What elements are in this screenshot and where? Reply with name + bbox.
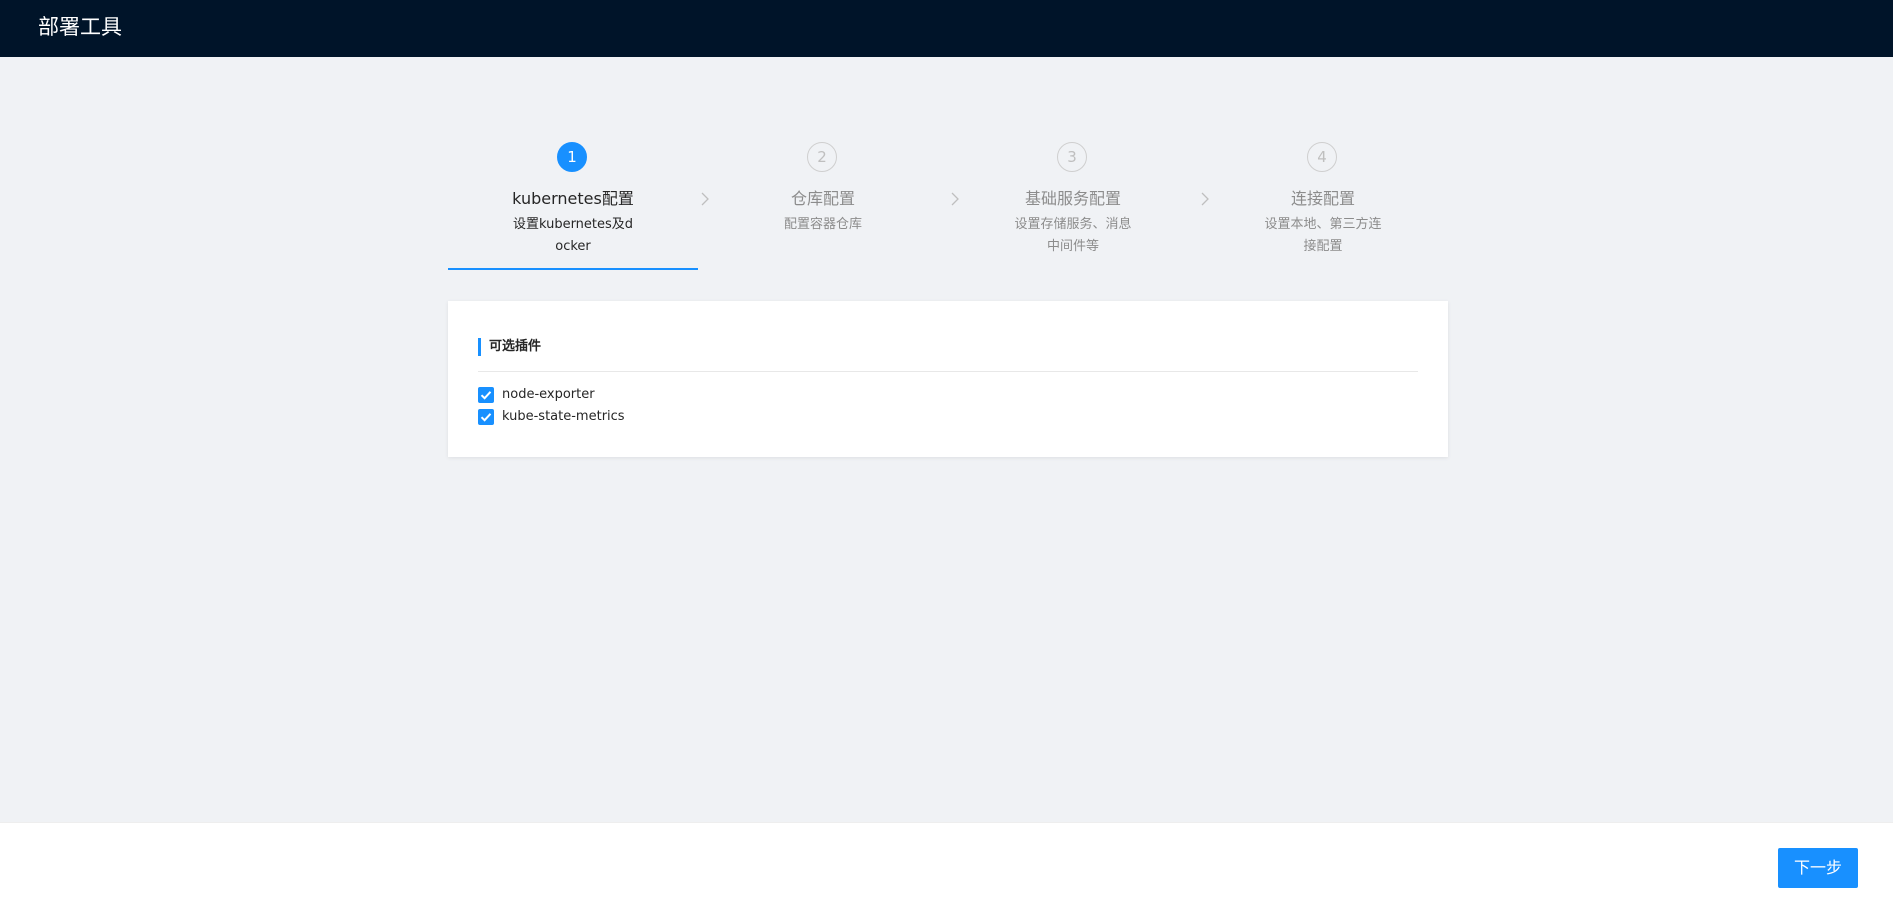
step-base-services[interactable]: 3 基础服务配置 设置存储服务、消息中间件等 (948, 142, 1198, 270)
step-number-circle: 2 (807, 142, 837, 172)
steps-bar: 1 kubernetes配置 设置kubernetes及docker 2 仓库配… (448, 142, 1448, 272)
checkmark-icon (480, 391, 492, 400)
step-description: 配置容器仓库 (783, 217, 862, 232)
step-description: 设置存储服务、消息中间件等 (1014, 217, 1132, 254)
active-step-underline (448, 268, 698, 270)
divider (478, 371, 1418, 372)
step-kubernetes[interactable]: 1 kubernetes配置 设置kubernetes及docker (448, 142, 698, 270)
step-description: 设置本地、第三方连接配置 (1264, 217, 1382, 254)
plugins-panel: 可选插件 node-exporter kube-state-metrics (448, 301, 1448, 457)
step-number-circle: 3 (1057, 142, 1087, 172)
step-registry[interactable]: 2 仓库配置 配置容器仓库 (698, 142, 948, 270)
plugin-label[interactable]: kube-state-metrics (502, 408, 625, 426)
footer-bar: 下一步 (0, 822, 1893, 901)
checkbox-checked-icon[interactable] (478, 387, 494, 403)
top-header-bar: 部署工具 (0, 0, 1893, 57)
step-number-circle: 4 (1307, 142, 1337, 172)
checkbox-checked-icon[interactable] (478, 409, 494, 425)
step-title: 仓库配置 (790, 189, 855, 208)
step-title: kubernetes配置 (512, 189, 634, 208)
checkmark-icon (480, 413, 492, 422)
step-description: 设置kubernetes及docker (512, 217, 634, 254)
step-title: 基础服务配置 (1024, 189, 1121, 208)
next-step-button[interactable]: 下一步 (1778, 848, 1858, 888)
step-number-circle: 1 (557, 142, 587, 172)
section-title: 可选插件 (478, 338, 541, 356)
app-title: 部署工具 (38, 15, 122, 39)
step-connection[interactable]: 4 连接配置 设置本地、第三方连接配置 (1198, 142, 1448, 270)
step-title: 连接配置 (1290, 189, 1355, 208)
plugin-label[interactable]: node-exporter (502, 386, 595, 404)
